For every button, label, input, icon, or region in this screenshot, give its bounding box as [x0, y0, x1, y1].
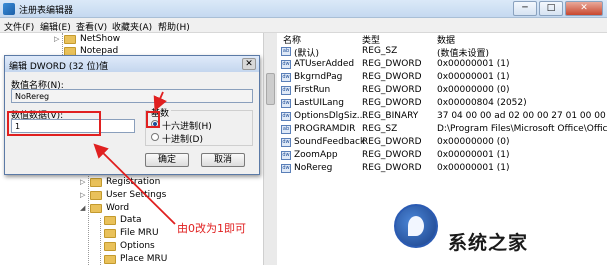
watermark: 系统之家: [388, 198, 607, 265]
annotation-text: 由0改为1即可: [177, 222, 246, 235]
arrow-to-value-field: [93, 143, 176, 225]
watermark-logo-icon: [394, 204, 438, 248]
watermark-text: 系统之家: [448, 232, 529, 254]
arrow-to-hex-radio: [153, 91, 167, 112]
